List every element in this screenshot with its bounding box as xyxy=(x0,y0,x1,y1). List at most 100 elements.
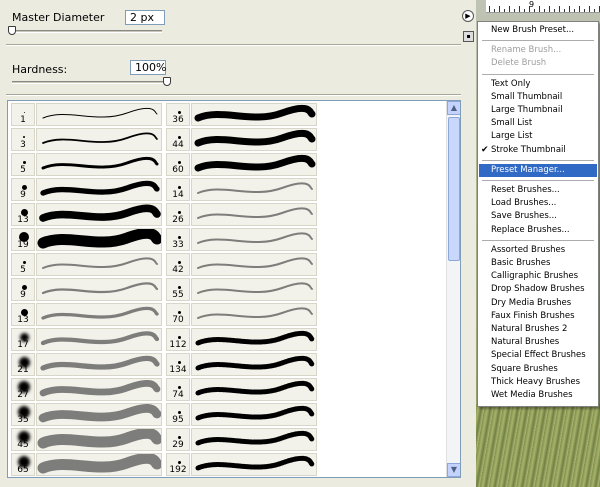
brush-thumbnail[interactable]: 13 xyxy=(11,303,35,326)
menu-item[interactable]: Wet Media Brushes xyxy=(479,389,597,402)
hardness-slider-track[interactable] xyxy=(12,81,167,84)
ruler: 9 xyxy=(486,0,600,13)
brush-thumbnail[interactable]: 19 xyxy=(11,228,35,251)
brush-stroke-preview[interactable] xyxy=(36,103,162,126)
brush-size-number: 192 xyxy=(169,465,187,475)
brush-thumbnail[interactable]: 95 xyxy=(166,403,190,426)
brush-stroke-preview[interactable] xyxy=(191,278,317,301)
brush-thumbnail[interactable]: 3 xyxy=(11,128,35,151)
brush-stroke-preview[interactable] xyxy=(36,153,162,176)
brush-thumbnail[interactable]: 70 xyxy=(166,303,190,326)
menu-item[interactable]: Dry Media Brushes xyxy=(479,297,597,310)
brush-stroke-preview[interactable] xyxy=(36,278,162,301)
brush-stroke-preview[interactable] xyxy=(191,403,317,426)
brush-stroke-preview[interactable] xyxy=(36,128,162,151)
menu-item[interactable]: Assorted Brushes xyxy=(479,244,597,257)
master-diameter-input[interactable]: 2 px xyxy=(125,10,165,25)
brush-thumbnail[interactable]: 26 xyxy=(166,203,190,226)
brush-stroke-preview[interactable] xyxy=(36,228,162,251)
menu-item[interactable]: Small Thumbnail xyxy=(479,91,597,104)
scroll-up-button[interactable]: ▲ xyxy=(447,101,460,115)
hardness-input[interactable]: 100% xyxy=(130,60,166,75)
brush-stroke-preview[interactable] xyxy=(191,453,317,476)
brush-thumbnail[interactable]: 9 xyxy=(11,178,35,201)
brush-stroke-preview[interactable] xyxy=(191,228,317,251)
brush-stroke-preview[interactable] xyxy=(191,303,317,326)
menu-item[interactable]: Natural Brushes 2 xyxy=(479,323,597,336)
brush-thumbnail[interactable]: 42 xyxy=(166,253,190,276)
brush-thumbnail[interactable]: 1 xyxy=(11,103,35,126)
menu-item[interactable]: Large Thumbnail xyxy=(479,104,597,117)
menu-item[interactable]: Preset Manager... xyxy=(479,163,597,177)
brush-tip-icon xyxy=(22,260,26,264)
brush-stroke-preview[interactable] xyxy=(191,103,317,126)
brush-stroke-preview[interactable] xyxy=(191,378,317,401)
brush-thumbnail[interactable]: 13 xyxy=(11,203,35,226)
brush-stroke-preview[interactable] xyxy=(36,428,162,451)
menu-item[interactable]: Faux Finish Brushes xyxy=(479,310,597,323)
brush-thumbnail[interactable]: 35 xyxy=(11,403,35,426)
menu-item[interactable]: New Brush Preset... xyxy=(479,24,597,37)
brush-stroke-preview[interactable] xyxy=(36,378,162,401)
brush-stroke-preview[interactable] xyxy=(36,303,162,326)
brush-thumbnail[interactable]: 112 xyxy=(166,328,190,351)
menu-item[interactable]: Natural Brushes xyxy=(479,336,597,349)
brush-stroke-preview[interactable] xyxy=(191,128,317,151)
brush-stroke-preview[interactable] xyxy=(36,403,162,426)
menu-item[interactable]: Basic Brushes xyxy=(479,257,597,270)
brush-stroke-preview[interactable] xyxy=(36,253,162,276)
panel-menu-arrow-icon[interactable]: ▶ xyxy=(462,10,474,22)
brush-stroke-preview[interactable] xyxy=(36,453,162,476)
brush-thumbnail[interactable]: 33 xyxy=(166,228,190,251)
brush-stroke-preview[interactable] xyxy=(191,328,317,351)
brush-thumbnail[interactable]: 44 xyxy=(166,128,190,151)
brush-stroke-preview[interactable] xyxy=(36,178,162,201)
brush-stroke-preview[interactable] xyxy=(191,153,317,176)
create-new-brush-icon[interactable]: ▪ xyxy=(463,31,474,42)
menu-item[interactable]: Special Effect Brushes xyxy=(479,349,597,362)
brush-thumbnail[interactable]: 17 xyxy=(11,328,35,351)
hardness-slider-thumb[interactable] xyxy=(163,77,171,86)
master-diameter-slider-thumb[interactable] xyxy=(8,26,16,35)
scroll-down-button[interactable]: ▼ xyxy=(447,463,460,477)
brush-thumbnail[interactable]: 60 xyxy=(166,153,190,176)
brush-thumbnail[interactable]: 55 xyxy=(166,278,190,301)
brush-stroke-preview[interactable] xyxy=(191,353,317,376)
brush-thumbnail[interactable]: 21 xyxy=(11,353,35,376)
menu-item[interactable]: Calligraphic Brushes xyxy=(479,270,597,283)
brush-thumbnail[interactable]: 27 xyxy=(11,378,35,401)
brush-stroke-preview[interactable] xyxy=(191,203,317,226)
menu-item[interactable]: Load Brushes... xyxy=(479,197,597,210)
brush-stroke-preview[interactable] xyxy=(191,428,317,451)
brush-stroke-preview[interactable] xyxy=(36,353,162,376)
vertical-scrollbar[interactable]: ▲ ▼ xyxy=(446,101,460,477)
menu-item[interactable]: Small List xyxy=(479,117,597,130)
brush-thumbnail[interactable]: 29 xyxy=(166,428,190,451)
brush-thumbnail[interactable]: 5 xyxy=(11,153,35,176)
menu-item[interactable]: Replace Brushes... xyxy=(479,224,597,237)
brush-thumbnail[interactable]: 9 xyxy=(11,278,35,301)
menu-item[interactable]: ✔ Stroke Thumbnail xyxy=(479,144,597,157)
brush-stroke-preview[interactable] xyxy=(36,328,162,351)
menu-item[interactable]: Text Only xyxy=(479,78,597,91)
brush-thumbnail[interactable]: 45 xyxy=(11,428,35,451)
brush-stroke-preview[interactable] xyxy=(36,203,162,226)
menu-item[interactable]: Square Brushes xyxy=(479,363,597,376)
menu-item[interactable]: Save Brushes... xyxy=(479,210,597,223)
brush-thumbnail[interactable]: 36 xyxy=(166,103,190,126)
menu-item[interactable]: Drop Shadow Brushes xyxy=(479,283,597,296)
brush-thumbnail[interactable]: 192 xyxy=(166,453,190,476)
brush-thumbnail[interactable]: 14 xyxy=(166,178,190,201)
brush-stroke-preview[interactable] xyxy=(191,253,317,276)
brush-stroke-preview[interactable] xyxy=(191,178,317,201)
menu-item[interactable]: Reset Brushes... xyxy=(479,184,597,197)
menu-item[interactable]: Large List xyxy=(479,130,597,143)
menu-item: Delete Brush xyxy=(479,57,597,70)
brush-thumbnail[interactable]: 65 xyxy=(11,453,35,476)
brush-thumbnail[interactable]: 134 xyxy=(166,353,190,376)
master-diameter-slider-track[interactable] xyxy=(12,30,162,33)
brush-thumbnail[interactable]: 74 xyxy=(166,378,190,401)
scrollbar-thumb[interactable] xyxy=(448,117,460,261)
menu-item[interactable]: Thick Heavy Brushes xyxy=(479,376,597,389)
brush-thumbnail[interactable]: 5 xyxy=(11,253,35,276)
